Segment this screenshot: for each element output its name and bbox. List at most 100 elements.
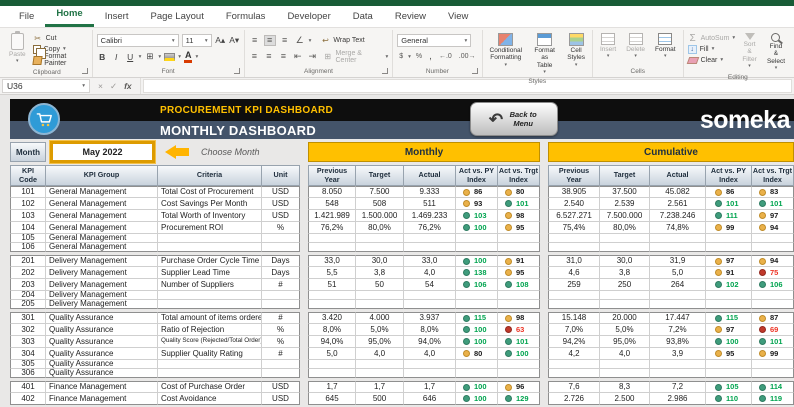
cell-criteria[interactable]: Number of Suppliers bbox=[158, 279, 262, 291]
cell-cumulative-act-vs-py[interactable]: 110 bbox=[706, 393, 752, 405]
cell-criteria[interactable]: Total Worth of Inventory bbox=[158, 210, 262, 222]
cell-cumulative-target[interactable] bbox=[600, 300, 650, 309]
cell-cumulative-previous-year[interactable] bbox=[548, 360, 600, 369]
cell-cumulative-target[interactable]: 95,0% bbox=[600, 336, 650, 348]
cell-cumulative-previous-year[interactable] bbox=[548, 243, 600, 252]
cell-cumulative-previous-year[interactable] bbox=[548, 291, 600, 300]
orientation-button[interactable]: ∠ bbox=[294, 36, 306, 45]
cell-cumulative-act-vs-py[interactable] bbox=[706, 234, 752, 243]
decrease-indent-button[interactable]: ⇤ bbox=[292, 52, 303, 61]
cell-kpi-code[interactable]: 304 bbox=[10, 348, 46, 360]
cell-cumulative-act-vs-trgt[interactable]: 106 bbox=[752, 279, 794, 291]
format-cells-button[interactable]: Format ▾ bbox=[652, 31, 679, 62]
tab-developer[interactable]: Developer bbox=[276, 7, 341, 27]
cell-monthly-previous-year[interactable]: 3.420 bbox=[308, 312, 356, 324]
cell-cumulative-act-vs-py[interactable]: 99 bbox=[706, 222, 752, 234]
cell-unit[interactable]: # bbox=[262, 312, 300, 324]
cell-kpi-code[interactable]: 305 bbox=[10, 360, 46, 369]
cell-cumulative-target[interactable] bbox=[600, 369, 650, 378]
cell-monthly-act-vs-trgt[interactable] bbox=[498, 243, 540, 252]
cell-cumulative-act-vs-py[interactable]: 105 bbox=[706, 381, 752, 393]
cell-monthly-act-vs-trgt[interactable] bbox=[498, 360, 540, 369]
cell-monthly-target[interactable]: 50 bbox=[356, 279, 404, 291]
cell-monthly-previous-year[interactable]: 645 bbox=[308, 393, 356, 405]
decrease-decimal-button[interactable]: .00→ bbox=[457, 53, 478, 60]
align-right-button[interactable]: ≡ bbox=[278, 52, 289, 61]
sort-filter-button[interactable]: Sort & Filter ▾ bbox=[739, 31, 760, 72]
cell-cumulative-target[interactable]: 2.539 bbox=[600, 198, 650, 210]
cell-monthly-target[interactable]: 5,0% bbox=[356, 324, 404, 336]
cell-kpi-group[interactable]: General Management bbox=[46, 234, 158, 243]
cell-monthly-previous-year[interactable]: 1,7 bbox=[308, 381, 356, 393]
cell-cumulative-act-vs-trgt[interactable]: 75 bbox=[752, 267, 794, 279]
cell-monthly-actual[interactable]: 511 bbox=[404, 198, 456, 210]
cell-criteria[interactable]: Total amount of items ordered bbox=[158, 312, 262, 324]
cell-cumulative-previous-year[interactable]: 15.148 bbox=[548, 312, 600, 324]
cell-monthly-act-vs-py[interactable]: 103 bbox=[456, 210, 498, 222]
cell-monthly-act-vs-trgt[interactable]: 98 bbox=[498, 312, 540, 324]
cell-cumulative-target[interactable]: 30,0 bbox=[600, 255, 650, 267]
cell-kpi-code[interactable]: 201 bbox=[10, 255, 46, 267]
cell-cumulative-act-vs-trgt[interactable] bbox=[752, 300, 794, 309]
cell-monthly-act-vs-py[interactable] bbox=[456, 291, 498, 300]
cell-cumulative-actual[interactable]: 7.238.246 bbox=[650, 210, 706, 222]
cell-criteria[interactable] bbox=[158, 369, 262, 378]
cell-cumulative-target[interactable] bbox=[600, 360, 650, 369]
cell-kpi-group[interactable]: Finance Management bbox=[46, 393, 158, 405]
cell-monthly-act-vs-trgt[interactable] bbox=[498, 369, 540, 378]
cell-cumulative-act-vs-py[interactable] bbox=[706, 300, 752, 309]
cell-cumulative-actual[interactable]: 7,2 bbox=[650, 381, 706, 393]
cell-cumulative-act-vs-py[interactable] bbox=[706, 291, 752, 300]
cell-cumulative-previous-year[interactable] bbox=[548, 234, 600, 243]
cell-cumulative-target[interactable]: 37.500 bbox=[600, 186, 650, 198]
bold-button[interactable]: B bbox=[97, 52, 108, 62]
cell-criteria[interactable]: Supplier Quality Rating bbox=[158, 348, 262, 360]
insert-cells-button[interactable]: Insert ▾ bbox=[597, 31, 619, 62]
cell-kpi-group[interactable]: Delivery Management bbox=[46, 300, 158, 309]
cell-monthly-target[interactable] bbox=[356, 369, 404, 378]
cell-kpi-code[interactable]: 401 bbox=[10, 381, 46, 393]
cell-cumulative-actual[interactable] bbox=[650, 369, 706, 378]
cell-monthly-act-vs-py[interactable] bbox=[456, 360, 498, 369]
cell-cumulative-previous-year[interactable]: 75,4% bbox=[548, 222, 600, 234]
cell-cumulative-act-vs-trgt[interactable]: 94 bbox=[752, 255, 794, 267]
cell-cumulative-previous-year[interactable]: 2.540 bbox=[548, 198, 600, 210]
cell-kpi-code[interactable]: 103 bbox=[10, 210, 46, 222]
cell-cumulative-previous-year[interactable]: 31,0 bbox=[548, 255, 600, 267]
underline-button[interactable]: U bbox=[125, 52, 136, 62]
cell-cumulative-actual[interactable] bbox=[650, 360, 706, 369]
cell-unit[interactable]: USD bbox=[262, 186, 300, 198]
cell-monthly-act-vs-py[interactable]: 138 bbox=[456, 267, 498, 279]
cell-kpi-code[interactable]: 204 bbox=[10, 291, 46, 300]
clear-button[interactable]: Clear ▾ bbox=[686, 55, 736, 65]
cell-criteria[interactable]: Purchase Order Cycle Time bbox=[158, 255, 262, 267]
cell-kpi-group[interactable]: Delivery Management bbox=[46, 267, 158, 279]
cell-styles-button[interactable]: Cell Styles ▾ bbox=[564, 31, 588, 71]
cell-cumulative-act-vs-py[interactable]: 97 bbox=[706, 324, 752, 336]
back-to-menu-button[interactable]: ↶ Back to Menu bbox=[470, 102, 558, 136]
cell-monthly-previous-year[interactable]: 94,0% bbox=[308, 336, 356, 348]
cell-kpi-group[interactable]: General Management bbox=[46, 243, 158, 252]
cell-unit[interactable] bbox=[262, 369, 300, 378]
cell-monthly-previous-year[interactable]: 8,0% bbox=[308, 324, 356, 336]
fill-color-icon[interactable] bbox=[164, 52, 176, 61]
cell-monthly-target[interactable]: 500 bbox=[356, 393, 404, 405]
cell-kpi-group[interactable]: Finance Management bbox=[46, 381, 158, 393]
cell-kpi-group[interactable]: General Management bbox=[46, 186, 158, 198]
tab-view[interactable]: View bbox=[437, 7, 479, 27]
cell-cumulative-act-vs-trgt[interactable]: 87 bbox=[752, 312, 794, 324]
cell-unit[interactable]: # bbox=[262, 348, 300, 360]
cell-unit[interactable]: % bbox=[262, 324, 300, 336]
cell-unit[interactable]: USD bbox=[262, 210, 300, 222]
cell-monthly-target[interactable]: 1.500.000 bbox=[356, 210, 404, 222]
cell-cumulative-act-vs-py[interactable] bbox=[706, 360, 752, 369]
cell-cumulative-act-vs-trgt[interactable] bbox=[752, 360, 794, 369]
cell-monthly-previous-year[interactable] bbox=[308, 291, 356, 300]
cell-monthly-actual[interactable]: 3.937 bbox=[404, 312, 456, 324]
accounting-format-button[interactable]: $ bbox=[397, 53, 405, 60]
cell-monthly-previous-year[interactable] bbox=[308, 243, 356, 252]
cell-monthly-actual[interactable] bbox=[404, 243, 456, 252]
cell-cumulative-previous-year[interactable]: 4,6 bbox=[548, 267, 600, 279]
cell-cumulative-target[interactable]: 80,0% bbox=[600, 222, 650, 234]
cell-cumulative-target[interactable]: 2.500 bbox=[600, 393, 650, 405]
